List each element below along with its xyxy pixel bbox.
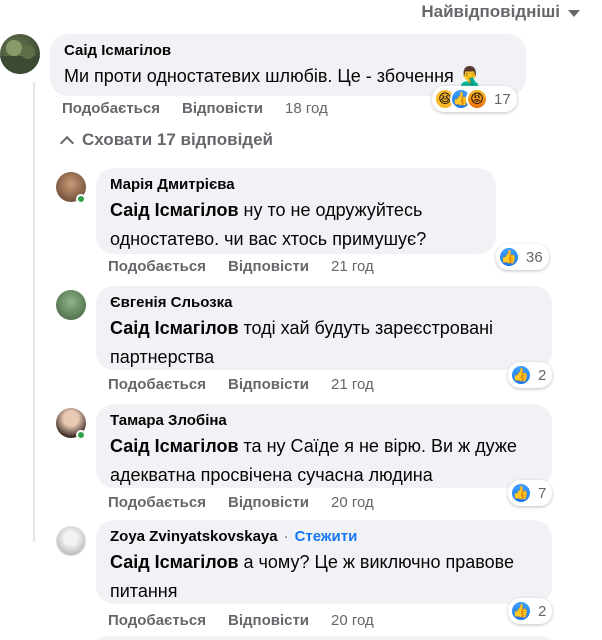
reply-text: Саід Ісмагілов та ну Саїде я не вірю. Ви… bbox=[110, 432, 538, 490]
like-reaction-icon: 👍 bbox=[498, 246, 520, 268]
reply-timestamp[interactable]: 20 год bbox=[331, 494, 374, 511]
comment-author[interactable]: Саід Ісмагілов bbox=[64, 42, 512, 59]
like-button[interactable]: Подобається bbox=[62, 100, 160, 117]
reply-author[interactable]: Євгенія Сльозка bbox=[110, 294, 538, 311]
comment-timestamp[interactable]: 18 год bbox=[285, 100, 328, 117]
sort-label: Найвідповідніші bbox=[421, 2, 560, 21]
reply-bubble-partial bbox=[96, 636, 552, 640]
reaction-count: 17 bbox=[494, 90, 511, 108]
reply-timestamp[interactable]: 21 год bbox=[331, 376, 374, 393]
chevron-down-icon bbox=[568, 10, 580, 17]
mention-link[interactable]: Саід Ісмагілов bbox=[110, 318, 239, 338]
follow-button[interactable]: Стежити bbox=[295, 528, 358, 545]
reaction-summary[interactable]: 👍 2 bbox=[508, 598, 553, 624]
like-reaction-icon: 👍 bbox=[510, 364, 532, 386]
sort-dropdown[interactable]: Найвідповідніші bbox=[421, 2, 580, 22]
avatar[interactable] bbox=[0, 34, 40, 74]
comment-actions: Подобається Відповісти 18 год bbox=[62, 100, 328, 117]
reply-timestamp[interactable]: 21 год bbox=[331, 258, 374, 275]
hide-replies-button[interactable]: Сховати 17 відповідей bbox=[59, 130, 273, 150]
reply-bubble: Євгенія Сльозка Саід Ісмагілов тоді хай … bbox=[96, 286, 552, 370]
reaction-count: 2 bbox=[538, 366, 547, 384]
like-reaction-icon: 👍 bbox=[510, 482, 532, 504]
like-button[interactable]: Подобається bbox=[108, 376, 206, 393]
reply-author-name[interactable]: Zoya Zvinyatskovskaya bbox=[110, 528, 278, 545]
mention-link[interactable]: Саід Ісмагілов bbox=[110, 200, 239, 220]
reply-actions: Подобається Відповісти 20 год bbox=[108, 494, 374, 511]
reply-author: Zoya Zvinyatskovskaya · Стежити bbox=[110, 528, 538, 545]
reaction-summary[interactable]: 👍 7 bbox=[508, 480, 553, 506]
avatar-image bbox=[0, 40, 40, 74]
reply-text: Саід Ісмагілов тоді хай будуть зареєстро… bbox=[110, 314, 538, 372]
like-reaction-icon: 👍 bbox=[510, 600, 532, 622]
reply-button[interactable]: Відповісти bbox=[228, 612, 309, 629]
online-indicator bbox=[76, 430, 86, 440]
reaction-summary[interactable]: 😆 👍 😡 17 bbox=[432, 86, 517, 112]
reply-author[interactable]: Тамара Злобіна bbox=[110, 412, 538, 429]
like-button[interactable]: Подобається bbox=[108, 258, 206, 275]
reaction-count: 36 bbox=[526, 248, 543, 266]
reply-actions: Подобається Відповісти 21 год bbox=[108, 258, 374, 275]
reply-timestamp[interactable]: 20 год bbox=[331, 612, 374, 629]
chevron-up-icon bbox=[59, 135, 75, 150]
reaction-count: 2 bbox=[538, 602, 547, 620]
avatar[interactable] bbox=[56, 526, 86, 556]
reaction-summary[interactable]: 👍 2 bbox=[508, 362, 553, 388]
reply-button[interactable]: Відповісти bbox=[228, 494, 309, 511]
reply-button[interactable]: Відповісти bbox=[228, 376, 309, 393]
reaction-count: 7 bbox=[538, 484, 547, 502]
reply-author[interactable]: Марія Дмитрієва bbox=[110, 176, 482, 193]
mention-link[interactable]: Саід Ісмагілов bbox=[110, 436, 239, 456]
reply-actions: Подобається Відповісти 21 год bbox=[108, 376, 374, 393]
separator-dot: · bbox=[283, 528, 289, 545]
like-button[interactable]: Подобається bbox=[108, 494, 206, 511]
reply-text: Саід Ісмагілов а чому? Це ж виключно пра… bbox=[110, 548, 538, 606]
thread-line bbox=[33, 82, 35, 542]
hide-replies-label: Сховати 17 відповідей bbox=[82, 130, 273, 149]
reply-bubble: Тамара Злобіна Саід Ісмагілов та ну Саїд… bbox=[96, 404, 552, 488]
reply-bubble: Марія Дмитрієва Саід Ісмагілов ну то не … bbox=[96, 168, 496, 254]
reply-actions: Подобається Відповісти 20 год bbox=[108, 612, 374, 629]
reply-text: Саід Ісмагілов ну то не одружуйтесь одно… bbox=[110, 196, 482, 254]
angry-reaction-icon: 😡 bbox=[466, 88, 488, 110]
reaction-summary[interactable]: 👍 36 bbox=[496, 244, 549, 270]
reply-button[interactable]: Відповісти bbox=[228, 258, 309, 275]
mention-link[interactable]: Саід Ісмагілов bbox=[110, 552, 239, 572]
online-indicator bbox=[76, 194, 86, 204]
like-button[interactable]: Подобається bbox=[108, 612, 206, 629]
reply-button[interactable]: Відповісти bbox=[182, 100, 263, 117]
avatar[interactable] bbox=[56, 290, 86, 320]
reply-bubble: Zoya Zvinyatskovskaya · Стежити Саід Ісм… bbox=[96, 520, 552, 604]
